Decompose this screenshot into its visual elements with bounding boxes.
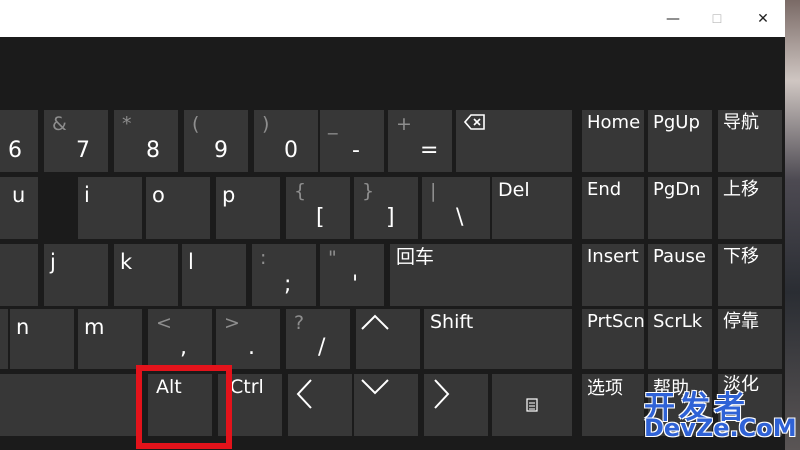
key-nav[interactable]: 导航 (718, 110, 782, 172)
key-minus[interactable]: _ - (320, 110, 384, 172)
backspace-icon (464, 114, 485, 130)
arrow-right-icon (434, 379, 450, 409)
key-m[interactable]: m (78, 309, 142, 369)
key-scrlk[interactable]: ScrLk (648, 309, 712, 369)
key-prtscn[interactable]: PrtScn (582, 309, 645, 369)
key-insert[interactable]: Insert (582, 244, 644, 306)
site-watermark: 开发者 DevZe.CoM (640, 380, 800, 450)
key-u[interactable]: u (0, 177, 38, 239)
key-slash[interactable]: ? / (286, 309, 350, 369)
arrow-left-icon (296, 379, 312, 409)
key-left-bracket[interactable]: { [ (286, 177, 350, 239)
arrow-down-icon (361, 379, 389, 395)
key-menu[interactable] (492, 374, 572, 436)
key-9[interactable]: ( 9 (184, 110, 248, 172)
key-i[interactable]: i (78, 177, 142, 239)
key-8[interactable]: * 8 (114, 110, 178, 172)
key-arrow-down[interactable] (354, 374, 418, 436)
key-equals[interactable]: + = (388, 110, 452, 172)
arrow-up-icon (361, 314, 389, 330)
key-shift[interactable]: Shift (424, 309, 572, 369)
key-quote[interactable]: " ' (320, 244, 384, 306)
key-o[interactable]: o (146, 177, 210, 239)
watermark-en: DevZe.CoM (644, 414, 797, 442)
key-options[interactable]: 选项 (582, 374, 644, 436)
key-arrow-up[interactable] (356, 309, 420, 369)
key-semicolon[interactable]: : ; (252, 244, 316, 306)
key-arrow-right[interactable] (424, 374, 488, 436)
key-backspace[interactable] (456, 110, 572, 172)
key-space[interactable] (0, 374, 140, 436)
key-dock[interactable]: 停靠 (718, 309, 782, 369)
key-del[interactable]: Del (492, 177, 572, 239)
key-pgdn[interactable]: PgDn (648, 177, 712, 239)
maximize-button[interactable]: ☐ (694, 0, 740, 37)
key-move-down[interactable]: 下移 (718, 244, 782, 306)
key-j[interactable]: j (44, 244, 108, 306)
key-0[interactable]: ) 0 (254, 110, 318, 172)
key-comma[interactable]: < , (148, 309, 212, 369)
key-pause[interactable]: Pause (648, 244, 712, 306)
key-7[interactable]: & 7 (44, 110, 108, 172)
close-button[interactable]: ✕ (740, 0, 786, 37)
key-h[interactable] (0, 244, 38, 306)
key-arrow-left[interactable] (288, 374, 352, 436)
key-l[interactable]: l (182, 244, 246, 306)
key-right-bracket[interactable]: } ] (354, 177, 418, 239)
minimize-button[interactable]: — (650, 0, 696, 37)
menu-icon (526, 398, 538, 412)
key-pgup[interactable]: PgUp (648, 110, 712, 172)
key-6[interactable]: 6 (0, 110, 38, 172)
key-enter[interactable]: 回车 (390, 244, 572, 306)
key-b[interactable] (0, 309, 8, 369)
key-p[interactable]: p (216, 177, 280, 239)
key-end[interactable]: End (582, 177, 644, 239)
key-k[interactable]: k (114, 244, 178, 306)
alt-key-highlight (136, 365, 232, 449)
key-period[interactable]: > . (216, 309, 280, 369)
key-move-up[interactable]: 上移 (718, 177, 782, 239)
key-backslash[interactable]: | \ (422, 177, 490, 239)
title-bar: — ☐ ✕ (0, 0, 785, 37)
key-n[interactable]: n (10, 309, 74, 369)
key-home[interactable]: Home (582, 110, 644, 172)
